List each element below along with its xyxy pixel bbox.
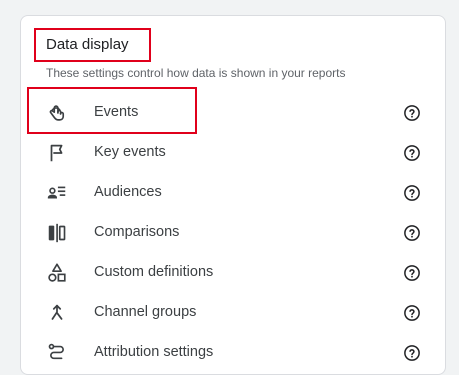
nav-item-attribution-settings[interactable]: Attribution settings	[21, 333, 447, 373]
merge-icon	[51, 304, 63, 320]
section-title: Data display	[46, 36, 129, 53]
help-circle-icon[interactable]	[403, 104, 421, 122]
help-circle-icon[interactable]	[403, 144, 421, 162]
nav-item-audiences[interactable]: Audiences	[21, 173, 447, 213]
nav-item-label: Key events	[94, 144, 166, 160]
section-subtitle: These settings control how data is shown…	[46, 66, 346, 80]
data-display-card: Data display These settings control how …	[20, 15, 446, 375]
nav-item-label: Custom definitions	[94, 264, 214, 280]
flag-icon	[50, 144, 63, 162]
nav-item-events[interactable]: Events	[21, 93, 447, 133]
help-circle-icon[interactable]	[403, 184, 421, 202]
nav-item-key-events[interactable]: Key events	[21, 133, 447, 173]
help-circle-icon[interactable]	[403, 304, 421, 322]
help-circle-icon[interactable]	[403, 344, 421, 362]
shapes-icon	[48, 263, 66, 282]
nav-item-label: Channel groups	[94, 304, 197, 320]
nav-item-custom-definitions[interactable]: Custom definitions	[21, 253, 447, 293]
comparison-icon	[48, 223, 66, 243]
audience-icon	[47, 186, 66, 199]
nav-item-label: Events	[94, 104, 139, 120]
touch-icon	[49, 105, 65, 121]
nav-item-label: Audiences	[94, 184, 162, 200]
nav-item-label: Attribution settings	[94, 344, 214, 360]
nav-item-label: Comparisons	[94, 224, 180, 240]
help-circle-icon[interactable]	[403, 264, 421, 282]
nav-item-comparisons[interactable]: Comparisons	[21, 213, 447, 253]
nav-item-channel-groups[interactable]: Channel groups	[21, 293, 447, 333]
route-icon	[48, 343, 64, 360]
help-circle-icon[interactable]	[403, 224, 421, 242]
